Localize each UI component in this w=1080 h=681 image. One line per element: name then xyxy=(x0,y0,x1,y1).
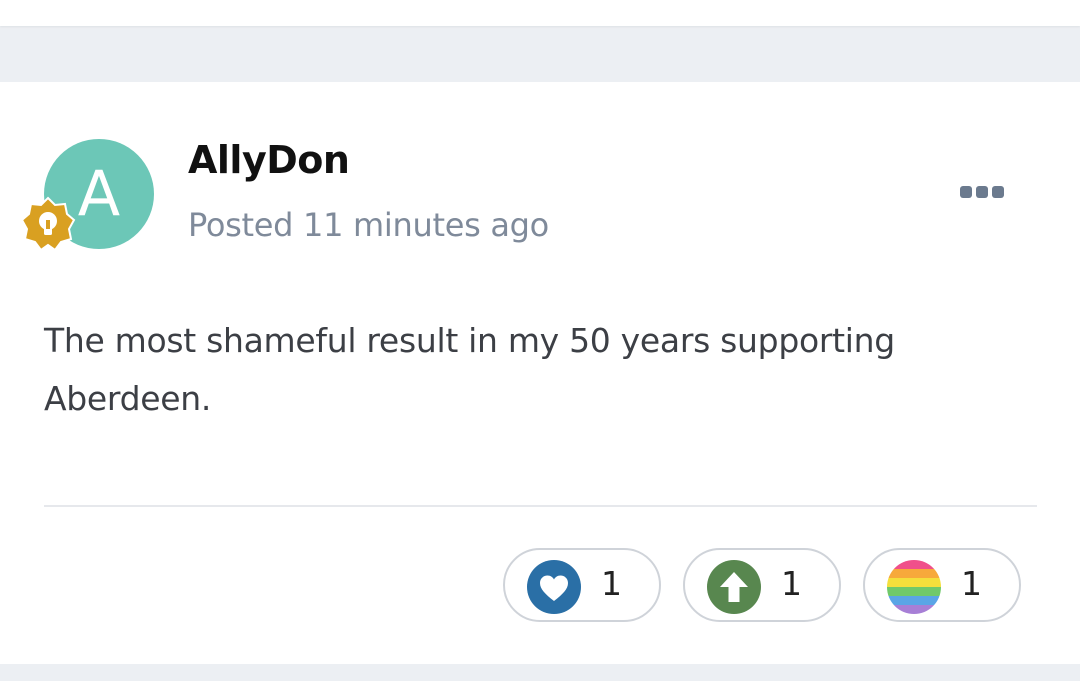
reaction-rainbow-button[interactable]: 1 xyxy=(863,548,1021,622)
more-options-button[interactable] xyxy=(956,182,1008,202)
reaction-count: 1 xyxy=(781,564,802,603)
post-timestamp[interactable]: Posted 11 minutes ago xyxy=(188,206,549,244)
ellipsis-icon-dot xyxy=(976,186,988,198)
reaction-count: 1 xyxy=(601,564,622,603)
lightbulb-badge-icon xyxy=(20,196,76,252)
divider xyxy=(44,505,1037,507)
ellipsis-icon-dot xyxy=(992,186,1004,198)
previous-post-bottom xyxy=(0,0,1080,26)
author-name[interactable]: AllyDon xyxy=(188,138,350,182)
post-body: The most shameful result in my 50 years … xyxy=(44,321,895,418)
ellipsis-icon xyxy=(960,186,972,198)
up-arrow-icon xyxy=(707,560,761,614)
reaction-upvote-button[interactable]: 1 xyxy=(683,548,841,622)
rainbow-icon xyxy=(887,560,941,614)
reaction-like-button[interactable]: 1 xyxy=(503,548,661,622)
post-card: A AllyDon Posted 11 minutes ago The most… xyxy=(0,82,1080,664)
avatar-letter: A xyxy=(77,157,121,230)
reaction-count: 1 xyxy=(961,564,982,603)
heart-icon xyxy=(527,560,581,614)
